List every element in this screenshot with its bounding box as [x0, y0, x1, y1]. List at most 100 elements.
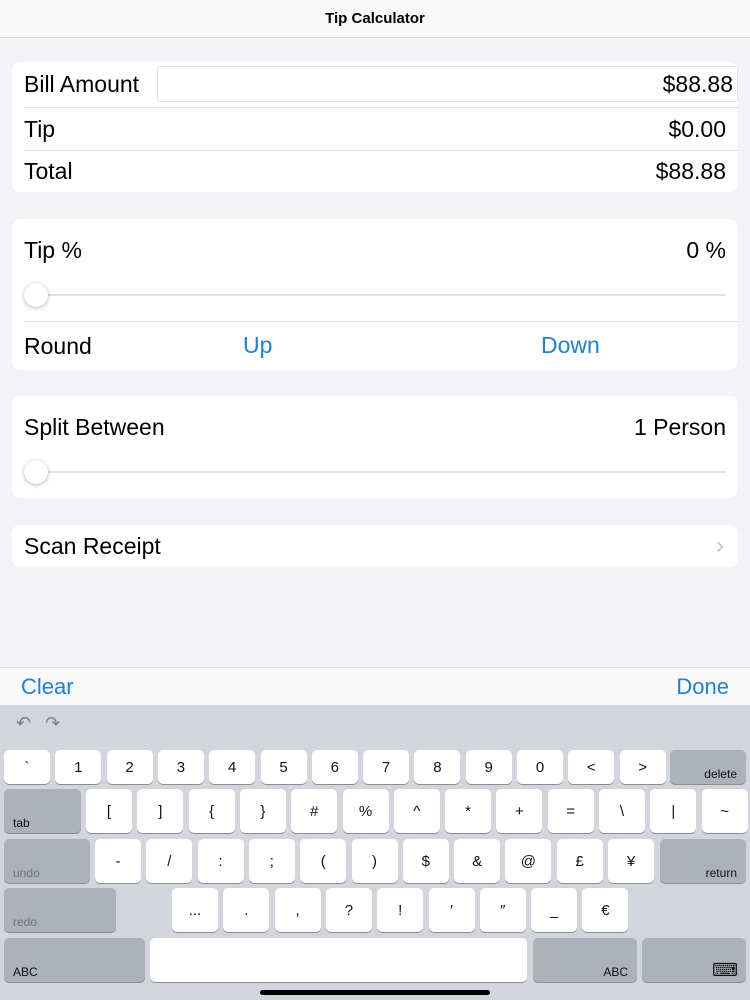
slider-thumb[interactable] [24, 283, 48, 307]
undo-icon[interactable]: ↶ [16, 713, 31, 734]
tip-percent-slider[interactable] [24, 280, 726, 310]
symbol-key[interactable]: ? [325, 888, 372, 932]
return-key[interactable]: return [660, 839, 746, 883]
symbol-key[interactable]: ... [172, 888, 218, 932]
symbol-key[interactable]: ; [248, 839, 295, 883]
symbol-key[interactable]: & [454, 839, 501, 883]
symbol-key[interactable]: 6 [311, 750, 358, 784]
keyboard-icon: ⌨ [712, 960, 738, 980]
space-key[interactable] [150, 938, 527, 982]
symbol-key[interactable]: > [619, 750, 666, 784]
symbol-key[interactable]: 1 [55, 750, 102, 784]
symbol-key[interactable]: 9 [465, 750, 512, 784]
tip-amount-value: $0.00 [668, 115, 726, 142]
bill-amount-field[interactable]: $88.88 [157, 66, 738, 102]
symbol-key[interactable]: 8 [414, 750, 461, 784]
delete-key-label: delete [704, 767, 737, 781]
symbol-key[interactable]: - [95, 839, 141, 883]
symbol-key[interactable]: , [274, 888, 321, 932]
round-down-button[interactable]: Down [541, 332, 600, 359]
keyboard-shortcut-bar: ↶ ↷ [16, 713, 60, 734]
symbol-key[interactable]: \ [599, 789, 645, 833]
symbol-key[interactable]: 3 [157, 750, 204, 784]
summary-card: Bill Amount $88.88 Tip $0.00 Total $88.8… [12, 62, 738, 192]
symbol-key[interactable]: ` [4, 750, 50, 784]
tip-percent-value: 0 % [686, 236, 726, 263]
symbol-key[interactable]: ! [377, 888, 424, 932]
symbol-key[interactable]: ] [137, 789, 184, 833]
scan-receipt-row[interactable]: Scan Receipt › [12, 525, 738, 567]
total-label: Total [24, 157, 73, 184]
divider [24, 107, 738, 108]
split-between-value: 1 Person [633, 413, 726, 440]
tip-percent-label: Tip % [24, 236, 82, 263]
abc-key-right[interactable]: ABC [533, 938, 637, 982]
split-card: Split Between 1 Person [12, 396, 738, 498]
nav-title: Tip Calculator [325, 10, 425, 27]
symbol-key[interactable]: 0 [517, 750, 563, 784]
round-up-button[interactable]: Up [243, 332, 272, 359]
symbol-key[interactable]: [ [86, 789, 132, 833]
undo-key[interactable]: undo [4, 839, 90, 883]
symbol-key[interactable]: / [146, 839, 193, 883]
abc-key-label: ABC [13, 965, 38, 979]
abc-key-left[interactable]: ABC [4, 938, 145, 982]
total-value: $88.88 [655, 157, 726, 184]
return-key-label: return [705, 866, 737, 880]
symbol-key[interactable]: 2 [106, 750, 153, 784]
tab-key-label: tab [13, 816, 30, 830]
symbol-key[interactable]: 5 [260, 750, 307, 784]
split-slider[interactable] [24, 457, 726, 487]
symbol-key[interactable]: ″ [479, 888, 526, 932]
symbol-key[interactable]: + [496, 789, 543, 833]
tip-percent-card: Tip % 0 % Round Up Down [12, 219, 738, 370]
symbol-key[interactable]: 4 [209, 750, 256, 784]
clear-button[interactable]: Clear [21, 674, 74, 700]
chevron-right-icon: › [716, 532, 724, 559]
tab-key[interactable]: tab [4, 789, 81, 833]
symbol-key[interactable]: = [547, 789, 594, 833]
divider [24, 321, 738, 322]
dismiss-keyboard-key[interactable]: ⌨ [642, 938, 746, 982]
slider-track [34, 471, 726, 473]
symbol-key[interactable]: ~ [701, 789, 748, 833]
scan-receipt-label: Scan Receipt [24, 532, 161, 559]
symbol-key[interactable]: ^ [393, 789, 440, 833]
symbol-key[interactable]: ¥ [608, 839, 654, 883]
symbol-key[interactable]: ( [300, 839, 347, 883]
symbol-key[interactable]: . [223, 888, 270, 932]
symbol-key[interactable]: * [445, 789, 492, 833]
round-label: Round [24, 332, 92, 359]
abc-key-label: ABC [603, 965, 628, 979]
keyboard: ↶ ↷ delete tab undo return redo ABC ABC … [0, 705, 750, 1000]
bill-amount-value: $88.88 [662, 70, 733, 97]
symbol-key[interactable]: | [650, 789, 697, 833]
navigation-bar: Tip Calculator [0, 0, 750, 38]
symbol-key[interactable]: { [188, 789, 235, 833]
symbol-key[interactable]: ′ [428, 888, 475, 932]
symbol-key[interactable]: @ [505, 839, 552, 883]
symbol-key[interactable]: € [582, 888, 629, 932]
symbol-key[interactable]: _ [531, 888, 578, 932]
symbol-key[interactable]: $ [402, 839, 449, 883]
slider-thumb[interactable] [24, 460, 48, 484]
symbol-key[interactable]: # [291, 789, 338, 833]
undo-key-label: undo [13, 866, 40, 880]
redo-key[interactable]: redo [4, 888, 116, 932]
redo-icon[interactable]: ↷ [45, 713, 60, 734]
symbol-key[interactable]: £ [556, 839, 603, 883]
symbol-key[interactable]: < [568, 750, 615, 784]
slider-track [34, 294, 726, 296]
done-button[interactable]: Done [676, 674, 729, 700]
symbol-key[interactable]: ) [351, 839, 398, 883]
divider [24, 150, 738, 151]
symbol-key[interactable]: 7 [363, 750, 410, 784]
keyboard-accessory-bar: Clear Done [0, 667, 750, 705]
bill-amount-label: Bill Amount [24, 70, 140, 97]
split-between-label: Split Between [24, 413, 165, 440]
symbol-key[interactable]: : [197, 839, 244, 883]
symbol-key[interactable]: % [342, 789, 389, 833]
home-indicator [260, 990, 490, 995]
delete-key[interactable]: delete [670, 750, 746, 784]
symbol-key[interactable]: } [239, 789, 286, 833]
